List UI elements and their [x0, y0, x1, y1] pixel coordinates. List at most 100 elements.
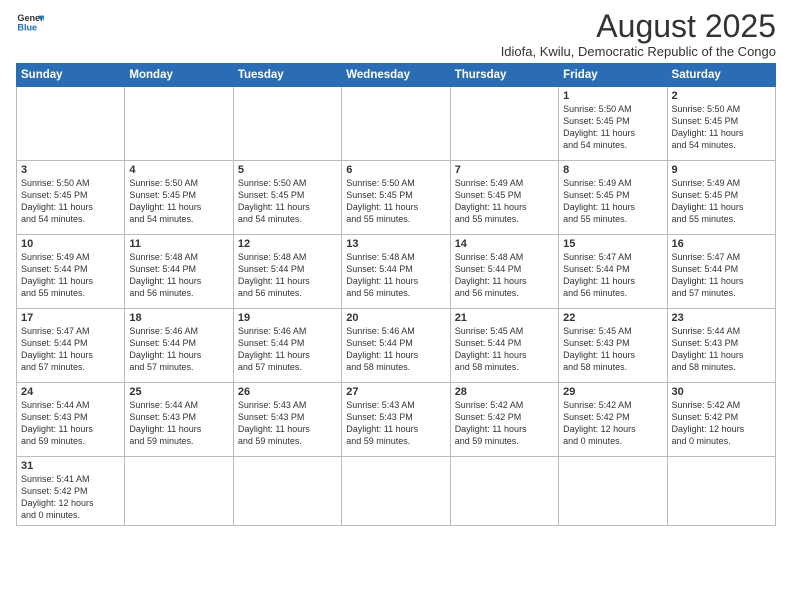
day-info: Sunrise: 5:49 AMSunset: 5:45 PMDaylight:…	[563, 177, 662, 226]
table-row: 25Sunrise: 5:44 AMSunset: 5:43 PMDayligh…	[125, 383, 233, 457]
col-monday: Monday	[125, 64, 233, 87]
page: General Blue August 2025 Idiofa, Kwilu, …	[0, 0, 792, 534]
day-number: 7	[455, 164, 554, 176]
calendar-table: Sunday Monday Tuesday Wednesday Thursday…	[16, 63, 776, 526]
title-block: August 2025 Idiofa, Kwilu, Democratic Re…	[501, 10, 776, 59]
day-info: Sunrise: 5:45 AMSunset: 5:43 PMDaylight:…	[563, 325, 662, 374]
day-info: Sunrise: 5:49 AMSunset: 5:45 PMDaylight:…	[672, 177, 771, 226]
day-number: 6	[346, 164, 445, 176]
day-info: Sunrise: 5:48 AMSunset: 5:44 PMDaylight:…	[129, 251, 228, 300]
day-info: Sunrise: 5:46 AMSunset: 5:44 PMDaylight:…	[129, 325, 228, 374]
table-row: 2Sunrise: 5:50 AMSunset: 5:45 PMDaylight…	[667, 87, 775, 161]
day-number: 4	[129, 164, 228, 176]
table-row	[17, 87, 125, 161]
day-info: Sunrise: 5:47 AMSunset: 5:44 PMDaylight:…	[21, 325, 120, 374]
table-row	[125, 457, 233, 526]
day-number: 14	[455, 238, 554, 250]
table-row: 10Sunrise: 5:49 AMSunset: 5:44 PMDayligh…	[17, 235, 125, 309]
table-row: 24Sunrise: 5:44 AMSunset: 5:43 PMDayligh…	[17, 383, 125, 457]
day-info: Sunrise: 5:44 AMSunset: 5:43 PMDaylight:…	[672, 325, 771, 374]
day-info: Sunrise: 5:43 AMSunset: 5:43 PMDaylight:…	[346, 399, 445, 448]
table-row: 30Sunrise: 5:42 AMSunset: 5:42 PMDayligh…	[667, 383, 775, 457]
day-number: 30	[672, 386, 771, 398]
location-title: Idiofa, Kwilu, Democratic Republic of th…	[501, 44, 776, 59]
day-info: Sunrise: 5:42 AMSunset: 5:42 PMDaylight:…	[455, 399, 554, 448]
col-tuesday: Tuesday	[233, 64, 341, 87]
table-row	[559, 457, 667, 526]
table-row: 28Sunrise: 5:42 AMSunset: 5:42 PMDayligh…	[450, 383, 558, 457]
day-number: 1	[563, 90, 662, 102]
day-info: Sunrise: 5:50 AMSunset: 5:45 PMDaylight:…	[563, 103, 662, 152]
day-number: 17	[21, 312, 120, 324]
col-sunday: Sunday	[17, 64, 125, 87]
table-row: 5Sunrise: 5:50 AMSunset: 5:45 PMDaylight…	[233, 161, 341, 235]
logo: General Blue	[16, 10, 44, 38]
day-info: Sunrise: 5:47 AMSunset: 5:44 PMDaylight:…	[563, 251, 662, 300]
svg-text:Blue: Blue	[17, 22, 37, 32]
day-number: 9	[672, 164, 771, 176]
col-friday: Friday	[559, 64, 667, 87]
day-info: Sunrise: 5:42 AMSunset: 5:42 PMDaylight:…	[563, 399, 662, 448]
table-row	[125, 87, 233, 161]
day-info: Sunrise: 5:48 AMSunset: 5:44 PMDaylight:…	[346, 251, 445, 300]
day-number: 11	[129, 238, 228, 250]
table-row: 6Sunrise: 5:50 AMSunset: 5:45 PMDaylight…	[342, 161, 450, 235]
day-info: Sunrise: 5:47 AMSunset: 5:44 PMDaylight:…	[672, 251, 771, 300]
day-info: Sunrise: 5:44 AMSunset: 5:43 PMDaylight:…	[21, 399, 120, 448]
table-row	[667, 457, 775, 526]
day-info: Sunrise: 5:44 AMSunset: 5:43 PMDaylight:…	[129, 399, 228, 448]
table-row: 11Sunrise: 5:48 AMSunset: 5:44 PMDayligh…	[125, 235, 233, 309]
table-row	[450, 457, 558, 526]
day-info: Sunrise: 5:46 AMSunset: 5:44 PMDaylight:…	[238, 325, 337, 374]
table-row: 14Sunrise: 5:48 AMSunset: 5:44 PMDayligh…	[450, 235, 558, 309]
table-row: 31Sunrise: 5:41 AMSunset: 5:42 PMDayligh…	[17, 457, 125, 526]
col-thursday: Thursday	[450, 64, 558, 87]
day-number: 2	[672, 90, 771, 102]
table-row: 12Sunrise: 5:48 AMSunset: 5:44 PMDayligh…	[233, 235, 341, 309]
day-number: 21	[455, 312, 554, 324]
table-row	[233, 87, 341, 161]
day-number: 16	[672, 238, 771, 250]
day-number: 28	[455, 386, 554, 398]
day-info: Sunrise: 5:50 AMSunset: 5:45 PMDaylight:…	[238, 177, 337, 226]
table-row: 27Sunrise: 5:43 AMSunset: 5:43 PMDayligh…	[342, 383, 450, 457]
day-info: Sunrise: 5:50 AMSunset: 5:45 PMDaylight:…	[129, 177, 228, 226]
day-number: 13	[346, 238, 445, 250]
table-row: 8Sunrise: 5:49 AMSunset: 5:45 PMDaylight…	[559, 161, 667, 235]
day-number: 18	[129, 312, 228, 324]
table-row	[342, 87, 450, 161]
col-saturday: Saturday	[667, 64, 775, 87]
table-row: 7Sunrise: 5:49 AMSunset: 5:45 PMDaylight…	[450, 161, 558, 235]
day-number: 10	[21, 238, 120, 250]
table-row: 4Sunrise: 5:50 AMSunset: 5:45 PMDaylight…	[125, 161, 233, 235]
table-row: 29Sunrise: 5:42 AMSunset: 5:42 PMDayligh…	[559, 383, 667, 457]
table-row: 19Sunrise: 5:46 AMSunset: 5:44 PMDayligh…	[233, 309, 341, 383]
day-number: 22	[563, 312, 662, 324]
table-row: 1Sunrise: 5:50 AMSunset: 5:45 PMDaylight…	[559, 87, 667, 161]
day-info: Sunrise: 5:50 AMSunset: 5:45 PMDaylight:…	[21, 177, 120, 226]
table-row: 16Sunrise: 5:47 AMSunset: 5:44 PMDayligh…	[667, 235, 775, 309]
table-row: 22Sunrise: 5:45 AMSunset: 5:43 PMDayligh…	[559, 309, 667, 383]
table-row: 26Sunrise: 5:43 AMSunset: 5:43 PMDayligh…	[233, 383, 341, 457]
day-number: 15	[563, 238, 662, 250]
table-row	[233, 457, 341, 526]
day-number: 19	[238, 312, 337, 324]
day-number: 27	[346, 386, 445, 398]
day-info: Sunrise: 5:42 AMSunset: 5:42 PMDaylight:…	[672, 399, 771, 448]
day-number: 29	[563, 386, 662, 398]
day-info: Sunrise: 5:43 AMSunset: 5:43 PMDaylight:…	[238, 399, 337, 448]
calendar-header-row: Sunday Monday Tuesday Wednesday Thursday…	[17, 64, 776, 87]
day-number: 8	[563, 164, 662, 176]
day-number: 31	[21, 460, 120, 472]
table-row: 17Sunrise: 5:47 AMSunset: 5:44 PMDayligh…	[17, 309, 125, 383]
day-info: Sunrise: 5:49 AMSunset: 5:44 PMDaylight:…	[21, 251, 120, 300]
table-row: 3Sunrise: 5:50 AMSunset: 5:45 PMDaylight…	[17, 161, 125, 235]
day-info: Sunrise: 5:46 AMSunset: 5:44 PMDaylight:…	[346, 325, 445, 374]
day-info: Sunrise: 5:41 AMSunset: 5:42 PMDaylight:…	[21, 473, 120, 522]
month-title: August 2025	[501, 10, 776, 42]
day-number: 24	[21, 386, 120, 398]
day-number: 3	[21, 164, 120, 176]
day-number: 5	[238, 164, 337, 176]
col-wednesday: Wednesday	[342, 64, 450, 87]
day-number: 12	[238, 238, 337, 250]
